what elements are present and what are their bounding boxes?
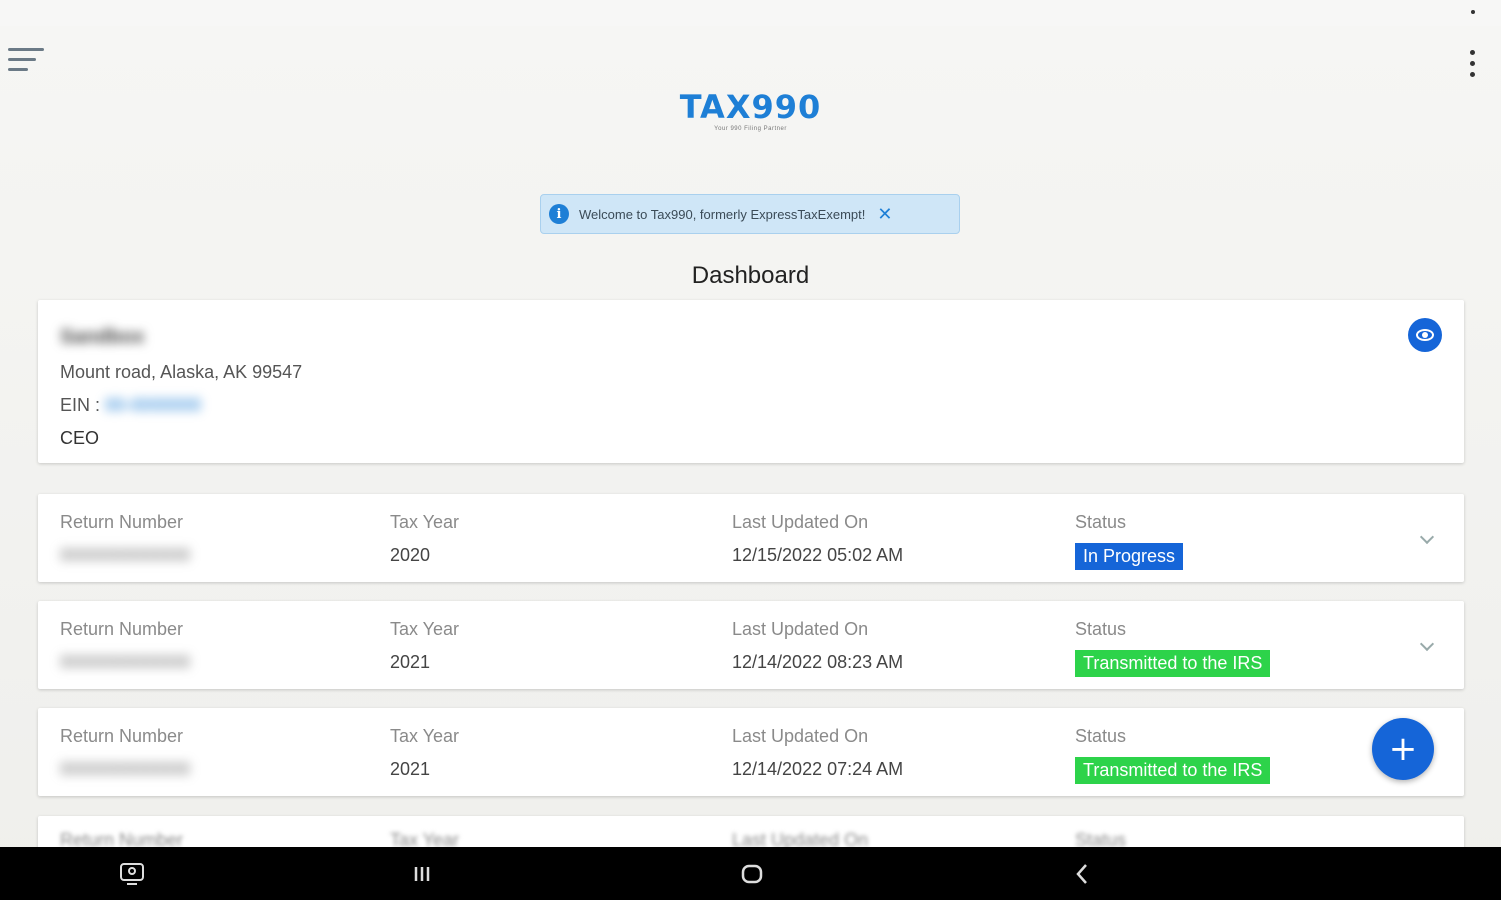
return-number-value: 0000000000000 — [60, 652, 191, 672]
tax-year-cell: Tax Year 2020 — [390, 512, 459, 566]
return-number-cell: Return Number 0000000000000 — [60, 512, 190, 566]
add-return-button[interactable]: + — [1372, 718, 1434, 780]
system-navigation-bar — [0, 847, 1501, 900]
organization-ein: EIN : 00-0000000 — [60, 395, 201, 416]
organization-address: Mount road, Alaska, AK 99547 — [60, 362, 303, 382]
status-label: Status — [1075, 726, 1127, 746]
tax-year-label: Tax Year — [390, 726, 460, 746]
status-cell: Status Transmitted to the IRS — [1075, 726, 1271, 784]
last-updated-label: Last Updated On — [732, 726, 869, 746]
return-row[interactable]: Return Number 0000000000000 Tax Year 202… — [38, 708, 1464, 796]
tax-year-label: Tax Year — [390, 619, 460, 639]
tax-year-value: 2021 — [390, 759, 431, 779]
return-number-label: Return Number — [60, 619, 184, 639]
close-icon[interactable]: ✕ — [877, 205, 892, 223]
organization-card: Sandbox Mount road, Alaska, AK 99547 EIN… — [38, 300, 1464, 463]
more-vertical-icon[interactable] — [1465, 48, 1479, 82]
return-row[interactable]: Return Number 0000000000000 Tax Year 202… — [38, 601, 1464, 689]
logo-text: TAX990 — [679, 88, 822, 126]
last-updated-label: Last Updated On — [732, 512, 869, 532]
status-cell: Status In Progress — [1075, 512, 1184, 570]
home-icon[interactable] — [738, 861, 766, 887]
view-organization-button[interactable] — [1408, 318, 1442, 352]
status-badge: In Progress — [1075, 543, 1184, 570]
ein-value: 00-0000000 — [105, 395, 202, 415]
return-number-value: 0000000000000 — [60, 759, 191, 779]
return-number-cell: Return Number 0000000000000 — [60, 726, 190, 780]
last-updated-value: 12/15/2022 05:02 AM — [732, 545, 904, 565]
status-indicator — [1471, 10, 1475, 14]
last-updated-cell: Last Updated On 12/15/2022 05:02 AM — [732, 512, 903, 566]
return-row[interactable]: Return Number 0000000000000 Tax Year 202… — [38, 494, 1464, 582]
tax990-logo: TAX990 Your 990 Filing Partner — [0, 88, 1501, 132]
status-badge: Transmitted to the IRS — [1075, 650, 1271, 677]
last-updated-cell: Last Updated On 12/14/2022 08:23 AM — [732, 619, 903, 673]
tax-year-value: 2020 — [390, 545, 431, 565]
status-bar — [0, 0, 1501, 26]
logo-tagline: Your 990 Filing Partner — [714, 126, 787, 132]
return-number-cell: Return Number 0000000000000 — [60, 619, 190, 673]
last-updated-value: 12/14/2022 07:24 AM — [732, 759, 904, 779]
screenshot-icon[interactable] — [118, 861, 146, 887]
tax-year-label: Tax Year — [390, 512, 460, 532]
recent-apps-icon[interactable] — [408, 861, 436, 887]
back-icon[interactable] — [1068, 861, 1096, 887]
return-number-value: 0000000000000 — [60, 545, 191, 565]
ein-label: EIN : — [60, 395, 101, 415]
tax-year-cell: Tax Year 2021 — [390, 619, 459, 673]
hamburger-menu-icon[interactable] — [8, 44, 48, 78]
status-label: Status — [1075, 512, 1127, 532]
last-updated-value: 12/14/2022 08:23 AM — [732, 652, 904, 672]
status-badge: Transmitted to the IRS — [1075, 757, 1271, 784]
tax-year-cell: Tax Year 2021 — [390, 726, 459, 780]
tax-year-value: 2021 — [390, 652, 431, 672]
return-number-label: Return Number — [60, 512, 184, 532]
last-updated-cell: Last Updated On 12/14/2022 07:24 AM — [732, 726, 903, 780]
chevron-down-icon[interactable] — [1419, 529, 1435, 545]
page-title: Dashboard — [691, 262, 810, 289]
eye-icon — [1416, 329, 1434, 341]
app-screen: TAX990 Your 990 Filing Partner i Welcome… — [0, 0, 1501, 900]
return-number-label: Return Number — [60, 726, 184, 746]
status-cell: Status Transmitted to the IRS — [1075, 619, 1271, 677]
status-label: Status — [1075, 619, 1127, 639]
organization-name: Sandbox — [60, 326, 145, 348]
last-updated-label: Last Updated On — [732, 619, 869, 639]
organization-role: CEO — [60, 428, 100, 448]
info-icon: i — [549, 204, 569, 224]
chevron-down-icon[interactable] — [1419, 636, 1435, 652]
banner-message: Welcome to Tax990, formerly ExpressTaxEx… — [579, 206, 866, 222]
welcome-banner: i Welcome to Tax990, formerly ExpressTax… — [540, 194, 960, 234]
